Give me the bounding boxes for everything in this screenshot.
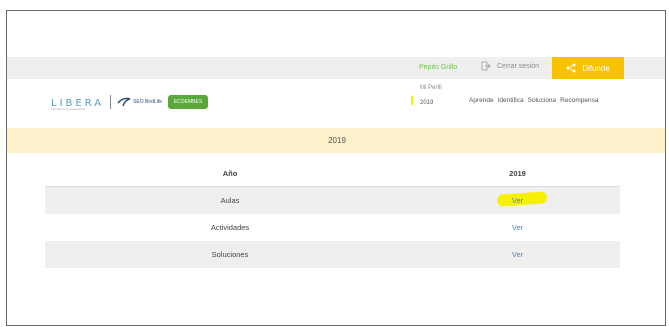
logout-link[interactable]: Cerrar sesión <box>481 61 539 71</box>
menu-item-profile[interactable]: Mi Perfil <box>420 85 442 91</box>
nav-item-soluciona[interactable]: Soluciona <box>528 97 557 104</box>
main-nav: Aprende Identifica Soluciona Recompensa <box>469 97 598 104</box>
ecoembes-logo: ECOEMBES <box>168 95 208 109</box>
table-row-soluciones: Soluciones Ver <box>45 241 620 268</box>
share-label: Difunde <box>582 63 610 73</box>
logout-icon <box>481 61 491 71</box>
row-label: Actividades <box>210 223 250 232</box>
view-link[interactable]: Ver <box>415 196 620 205</box>
seo-birdlife-logo: SEO BirdLife <box>117 96 162 108</box>
page-title: 2019 <box>328 136 346 145</box>
nav-item-recompensa[interactable]: Recompensa <box>560 97 598 104</box>
brand-logos: LIBERA naturaleza sin basuraleza SEO Bir… <box>51 93 208 111</box>
row-label: Soluciones <box>211 250 249 259</box>
view-link[interactable]: Ver <box>415 223 620 232</box>
nav-item-aprende[interactable]: Aprende <box>469 97 494 104</box>
share-button[interactable]: Difunde <box>552 57 624 79</box>
ecoembes-label: ECOEMBES <box>173 99 203 105</box>
view-link[interactable]: Ver <box>415 250 620 259</box>
browser-frame: Pepito Grillo Cerrar sesión Difunde Mi P… <box>6 10 666 326</box>
share-icon <box>566 63 576 73</box>
row-label: Aulas <box>220 196 240 205</box>
page-title-band: 2019 <box>7 128 665 153</box>
bird-icon <box>117 96 131 108</box>
table-row-actividades: Actividades Ver <box>45 214 620 241</box>
table-row-aulas: Aulas Ver <box>45 187 620 214</box>
logout-label: Cerrar sesión <box>497 62 540 70</box>
user-name-link[interactable]: Pepito Grillo <box>419 64 457 71</box>
libera-tagline: naturaleza sin basuraleza <box>51 107 86 111</box>
top-bar: Pepito Grillo Cerrar sesión Difunde <box>7 57 665 79</box>
menu-item-2019[interactable]: 2019 <box>420 100 433 106</box>
summary-table: Año 2019 Aulas Ver Actividades Ver Soluc… <box>45 160 620 268</box>
nav-item-identifica[interactable]: Identifica <box>498 97 524 104</box>
user-dropdown-menu: Mi Perfil 2019 <box>413 80 461 112</box>
column-header-2019: 2019 <box>509 168 526 178</box>
seo-birdlife-label: SEO BirdLife <box>133 99 162 105</box>
table-header-row: Año 2019 <box>45 160 620 187</box>
column-header-year: Año <box>222 168 238 178</box>
